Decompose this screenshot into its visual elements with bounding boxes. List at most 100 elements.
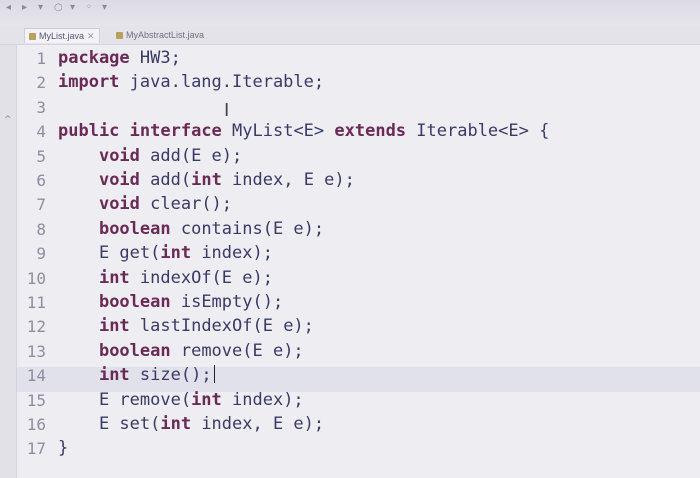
code-line[interactable]: 6 void add(int index, E e);: [0, 168, 700, 193]
code-token: E set(: [58, 414, 161, 434]
line-number: 1: [36, 49, 46, 68]
code-text: int lastIndexOf(E e);: [58, 314, 314, 339]
line-number: 15: [26, 390, 46, 410]
code-line[interactable]: 11 boolean isEmpty();: [0, 290, 700, 315]
tab-myabstractlist[interactable]: MyAbstractList.java: [112, 28, 208, 42]
keyword-token: int: [98, 316, 130, 337]
code-text: E get(int index);: [58, 241, 273, 266]
tab-label: MyList.java: [39, 31, 85, 41]
line-number: 12: [26, 317, 46, 337]
line-number: 4: [36, 122, 46, 142]
close-icon[interactable]: ✕: [87, 31, 95, 41]
java-file-icon: [116, 32, 123, 39]
line-number: 8: [36, 219, 46, 239]
keyword-token: int: [191, 389, 222, 410]
keyword-token: int: [160, 243, 192, 264]
code-text: package HW3;: [58, 46, 181, 71]
coverage-icon[interactable]: ▾: [70, 2, 84, 14]
code-token: E get(: [58, 243, 161, 264]
code-line[interactable]: 5 void add(E e);: [0, 144, 700, 169]
code-line[interactable]: 9 E get(int index);: [0, 241, 700, 266]
text-cursor-icon: I: [224, 100, 230, 121]
keyword-token: boolean: [98, 218, 171, 239]
back-icon[interactable]: ◂: [6, 2, 20, 14]
code-token: size();: [129, 365, 212, 386]
code-text: void add(E e);: [58, 144, 242, 169]
code-line[interactable]: 15 E remove(int index);: [0, 388, 700, 413]
code-line[interactable]: 16 E set(int index, E e);: [0, 412, 700, 437]
line-number: 7: [36, 195, 46, 215]
code-line[interactable]: 4 public interface MyList<E> extends Iter…: [0, 119, 700, 144]
tab-label: MyAbstractList.java: [126, 30, 205, 40]
debug-icon[interactable]: ▾: [38, 2, 52, 14]
external-tools-icon[interactable]: ◦: [86, 2, 100, 14]
keyword-token: package: [58, 48, 130, 68]
code-token: remove(E e);: [170, 340, 304, 361]
code-line[interactable]: 2 import java.lang.Iterable;: [0, 70, 700, 95]
tab-mylist[interactable]: MyList.java ✕: [24, 28, 100, 43]
editor-tab-bar: MyList.java ✕ MyAbstractList.java: [0, 26, 700, 45]
code-token: }: [58, 438, 69, 459]
code-token: add(: [139, 170, 192, 190]
line-number: 9: [36, 244, 46, 264]
code-text: int indexOf(E e);: [58, 266, 273, 291]
code-text: public interface MyList<E> extends Itera…: [58, 119, 549, 144]
toolbar: ◂ ▸ ▾ ○ ▾ ◦ ▾: [0, 0, 700, 27]
code-text: E set(int index, E e);: [58, 412, 324, 437]
line-number: 6: [36, 171, 46, 190]
code-line[interactable]: 14 int size();: [0, 363, 700, 388]
keyword-token: extends: [334, 121, 407, 142]
code-token: contains(E e);: [170, 218, 325, 239]
keyword-token: void: [98, 145, 140, 166]
search-icon[interactable]: ○: [54, 2, 68, 14]
text-caret: [213, 365, 215, 384]
code-line[interactable]: 1 package HW3;: [0, 46, 700, 71]
keyword-token: int: [98, 267, 130, 288]
code-line[interactable]: 3: [0, 95, 700, 120]
line-number: 13: [26, 341, 46, 361]
line-number: 17: [26, 439, 46, 459]
keyword-token: public: [58, 121, 120, 142]
code-text: boolean contains(E e);: [58, 217, 324, 242]
code-line[interactable]: 10 int indexOf(E e);: [0, 266, 700, 291]
code-token: MyList<E>: [221, 121, 335, 142]
code-token: index);: [191, 243, 273, 264]
java-file-icon: [29, 33, 36, 40]
code-text: import java.lang.Iterable;: [58, 70, 324, 95]
keyword-token: import: [58, 72, 120, 93]
code-line[interactable]: 8 boolean contains(E e);: [0, 217, 700, 242]
keyword-token: int: [98, 365, 130, 386]
code-token: index);: [221, 389, 304, 410]
code-text: void add(int index, E e);: [58, 168, 355, 193]
line-number: 5: [36, 146, 46, 166]
run-icon[interactable]: ▸: [22, 2, 36, 14]
code-line[interactable]: 7 void clear();: [0, 192, 700, 217]
code-token: isEmpty();: [170, 292, 284, 312]
line-number: 16: [26, 415, 46, 434]
keyword-token: int: [191, 170, 222, 190]
line-number: 14: [0, 363, 46, 388]
line-number: 3: [36, 97, 46, 117]
code-token: clear();: [139, 194, 233, 215]
code-text: int size();: [58, 363, 215, 388]
keyword-token: boolean: [98, 292, 171, 312]
code-text: }: [58, 436, 68, 461]
line-number: 10: [26, 268, 46, 288]
refresh-icon[interactable]: ▾: [102, 2, 116, 14]
code-token: Iterable<E> {: [406, 121, 550, 142]
keyword-token: void: [98, 194, 140, 215]
code-line[interactable]: 17}: [0, 436, 700, 461]
code-text: boolean isEmpty();: [58, 290, 283, 315]
code-token: java.lang.Iterable;: [119, 72, 325, 93]
code-line[interactable]: 13 boolean remove(E e);: [0, 339, 700, 364]
code-line[interactable]: 12 int lastIndexOf(E e);: [0, 314, 700, 339]
